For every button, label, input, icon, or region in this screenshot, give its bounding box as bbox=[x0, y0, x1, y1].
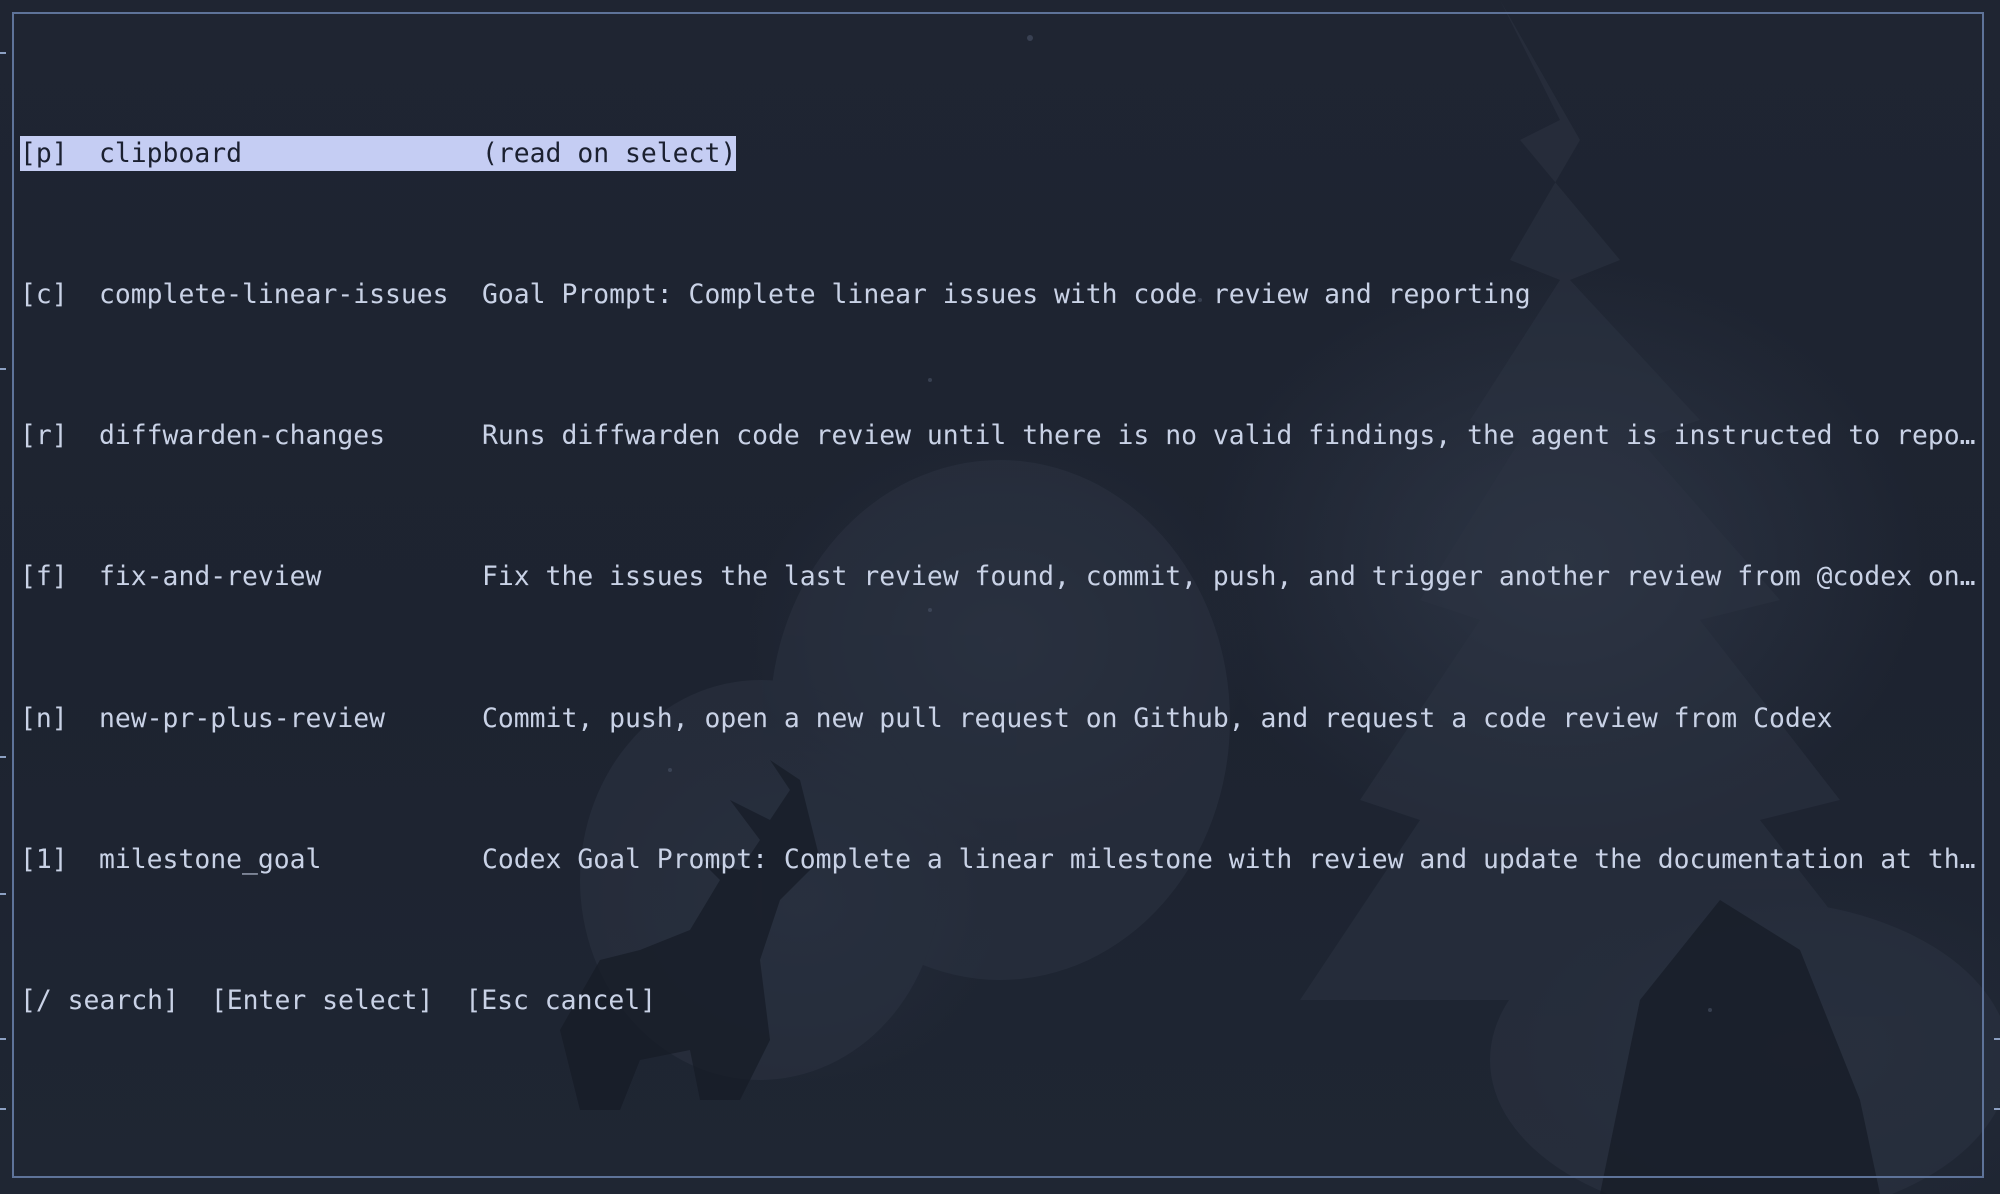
keybinding-hints: [/ search] [Enter select] [Esc cancel] bbox=[20, 983, 1980, 1018]
picker-item-clipboard[interactable]: [p] clipboard (read on select) bbox=[20, 135, 736, 172]
item-description: Codex Goal Prompt: Complete a linear mil… bbox=[482, 843, 1976, 875]
esc-cancel-hint[interactable]: [Esc cancel] bbox=[465, 983, 656, 1018]
picker-item-new-pr-plus-review[interactable]: [n] new-pr-plus-review Commit, push, ope… bbox=[20, 701, 1980, 736]
enter-select-hint[interactable]: [Enter select] bbox=[211, 983, 433, 1018]
item-description: Goal Prompt: Complete linear issues with… bbox=[482, 279, 1531, 311]
item-shortcut-key: [c] bbox=[20, 279, 68, 311]
edge-tick bbox=[0, 756, 6, 758]
edge-tick bbox=[1994, 1038, 2000, 1040]
item-shortcut-key: [1] bbox=[20, 843, 68, 875]
edge-tick bbox=[0, 368, 6, 370]
picker-item-diffwarden-changes[interactable]: [r] diffwarden-changes Runs diffwarden c… bbox=[20, 418, 1980, 453]
item-name: clipboard bbox=[99, 137, 242, 169]
edge-tick bbox=[0, 1108, 6, 1110]
item-shortcut-key: [n] bbox=[20, 702, 68, 734]
item-description: Runs diffwarden code review until there … bbox=[482, 420, 1976, 452]
picker-item-complete-linear-issues[interactable]: [c] complete-linear-issues Goal Prompt: … bbox=[20, 277, 1980, 312]
item-description: Commit, push, open a new pull request on… bbox=[482, 702, 1833, 734]
item-name: milestone_goal bbox=[99, 843, 322, 875]
item-shortcut-key: [p] bbox=[20, 137, 68, 169]
picker-item-fix-and-review[interactable]: [f] fix-and-review Fix the issues the la… bbox=[20, 559, 1980, 594]
item-name: new-pr-plus-review bbox=[99, 702, 385, 734]
edge-tick bbox=[0, 893, 6, 895]
item-shortcut-key: [f] bbox=[20, 561, 68, 593]
edge-tick bbox=[0, 52, 6, 54]
item-description: Fix the issues the last review found, co… bbox=[482, 561, 1976, 593]
item-name: diffwarden-changes bbox=[99, 420, 385, 452]
item-description: (read on select) bbox=[482, 137, 736, 169]
search-hint[interactable]: [/ search] bbox=[20, 983, 179, 1018]
edge-tick bbox=[1994, 1108, 2000, 1110]
item-name: complete-linear-issues bbox=[99, 279, 449, 311]
item-shortcut-key: [r] bbox=[20, 420, 68, 452]
prompt-picker: [p] clipboard (read on select) [c] compl… bbox=[20, 30, 1980, 1124]
picker-item-milestone-goal[interactable]: [1] milestone_goal Codex Goal Prompt: Co… bbox=[20, 842, 1980, 877]
terminal-screen: [p] clipboard (read on select) [c] compl… bbox=[0, 0, 2000, 1194]
edge-tick bbox=[0, 1038, 6, 1040]
item-name: fix-and-review bbox=[99, 561, 322, 593]
